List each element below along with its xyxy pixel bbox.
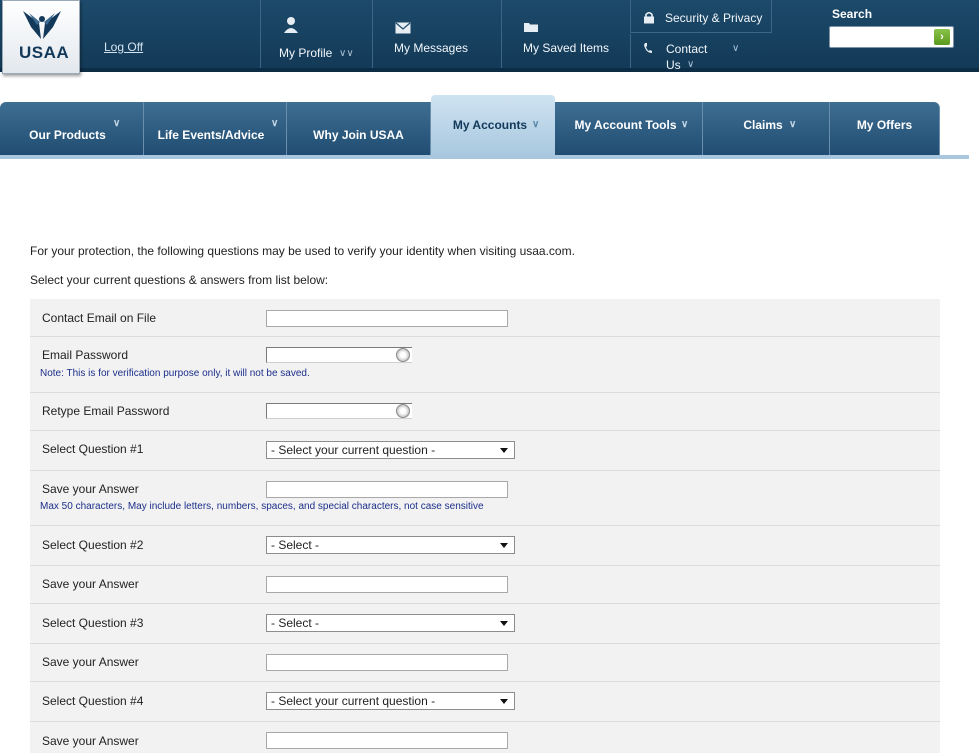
tab-our-products-label: Our Products	[29, 128, 106, 142]
answer-1-label: Save your Answer	[42, 482, 139, 496]
nav-contact-label-line1: Contact	[666, 42, 708, 56]
question-2-select[interactable]: - Select -	[266, 536, 515, 554]
question-1-label: Select Question #1	[42, 442, 144, 456]
nav-my-saved-items-label: My Saved Items	[523, 41, 610, 55]
chevron-down-icon: ∨	[532, 119, 540, 130]
chevron-down-icon: ∨∨	[339, 48, 354, 59]
question-1-selected: - Select your current question -	[271, 443, 436, 457]
contact-email-label: Contact Email on File	[42, 311, 157, 325]
eagle-icon	[23, 11, 61, 39]
question-1-select[interactable]: - Select your current question -	[266, 441, 515, 459]
nav-contact-us[interactable]: Contact Us ∨ ∨	[630, 34, 772, 72]
question-2-selected: - Select -	[271, 538, 320, 552]
chevron-down-icon: ∨	[687, 59, 695, 70]
row-answer-3: Save your Answer	[30, 644, 940, 682]
answer-4-field[interactable]	[266, 732, 508, 749]
tab-claims[interactable]: Claims ∨	[703, 102, 830, 157]
row-question-4: Select Question #4 - Select your current…	[30, 682, 940, 722]
nav-my-messages[interactable]: My Messages	[372, 0, 501, 68]
folder-icon	[524, 22, 539, 36]
answer-1-field[interactable]	[266, 481, 508, 498]
row-question-3: Select Question #3 - Select -	[30, 604, 940, 644]
question-3-selected: - Select -	[271, 616, 320, 630]
tab-our-products[interactable]: Our Products ∨	[0, 102, 144, 157]
main-tabs: Our Products ∨ Life Events/Advice ∨ Why …	[0, 95, 979, 157]
chevron-down-icon: ∨	[271, 118, 279, 129]
row-contact-email: Contact Email on File	[30, 299, 940, 337]
question-4-select[interactable]: - Select your current question -	[266, 692, 515, 710]
tab-why-join-label: Why Join USAA	[313, 128, 404, 142]
password-key-icon[interactable]	[396, 348, 410, 362]
tab-why-join[interactable]: Why Join USAA	[287, 102, 431, 157]
tab-my-accounts[interactable]: My Accounts ∨	[431, 95, 555, 157]
search-input[interactable]: ›	[829, 26, 954, 48]
search-label: Search	[832, 7, 873, 21]
dropdown-arrow-icon	[500, 543, 508, 548]
email-password-label: Email Password	[42, 348, 129, 362]
row-answer-4: Save your Answer	[30, 722, 940, 753]
usaa-logo[interactable]: USAA	[2, 0, 80, 74]
answer-4-label: Save your Answer	[42, 734, 139, 748]
nav-contact-label-line2: Us	[666, 58, 681, 72]
question-3-label: Select Question #3	[42, 616, 144, 630]
phone-icon	[643, 42, 653, 57]
nav-my-messages-label: My Messages	[394, 41, 469, 55]
search-go-button[interactable]: ›	[934, 29, 950, 45]
tab-my-account-tools-label: My Account Tools	[574, 118, 677, 132]
logoff-link[interactable]: Log Off	[104, 40, 143, 54]
dropdown-arrow-icon	[500, 621, 508, 626]
row-question-2: Select Question #2 - Select -	[30, 526, 940, 566]
email-password-field[interactable]	[266, 347, 412, 363]
nav-my-profile[interactable]: My Profile ∨∨	[260, 0, 372, 68]
intro-instructions: Select your current questions & answers …	[30, 273, 329, 287]
tab-claims-label: Claims	[743, 118, 783, 132]
row-question-1: Select Question #1 - Select your current…	[30, 431, 940, 471]
row-answer-2: Save your Answer	[30, 566, 940, 604]
tab-underline	[0, 155, 969, 159]
tab-life-events[interactable]: Life Events/Advice ∨	[144, 102, 287, 157]
top-header: USAA Log Off My Profile ∨∨ My Messages M…	[0, 0, 979, 74]
chevron-down-icon: ∨	[732, 43, 740, 54]
chevron-down-icon: ∨	[113, 118, 121, 129]
envelope-icon	[395, 22, 411, 37]
nav-security-privacy-label: Security & Privacy	[665, 11, 763, 25]
chevron-down-icon: ∨	[681, 119, 689, 130]
answer-2-field[interactable]	[266, 576, 508, 593]
question-3-select[interactable]: - Select -	[266, 614, 515, 632]
tab-life-events-label: Life Events/Advice	[157, 128, 265, 142]
tab-my-offers[interactable]: My Offers	[830, 102, 940, 157]
row-retype-password: Retype Email Password	[30, 393, 940, 431]
person-icon	[283, 16, 299, 37]
answer-3-field[interactable]	[266, 654, 508, 671]
answer-1-note: Max 50 characters, May include letters, …	[40, 501, 484, 512]
question-4-selected: - Select your current question -	[271, 694, 436, 708]
page: USAA Log Off My Profile ∨∨ My Messages M…	[0, 0, 979, 753]
row-email-password: Email Password Note: This is for verific…	[30, 337, 940, 393]
nav-my-saved-items[interactable]: My Saved Items	[501, 0, 630, 68]
lock-icon	[643, 11, 655, 27]
row-answer-1: Save your Answer Max 50 characters, May …	[30, 471, 940, 526]
nav-security-privacy[interactable]: Security & Privacy	[630, 0, 772, 33]
password-key-icon[interactable]	[396, 404, 410, 418]
answer-2-label: Save your Answer	[42, 577, 139, 591]
retype-password-label: Retype Email Password	[42, 404, 170, 418]
dropdown-arrow-icon	[500, 699, 508, 704]
contact-email-field[interactable]	[266, 310, 508, 327]
security-questions-form: Contact Email on File Email Password Not…	[30, 299, 940, 753]
question-4-label: Select Question #4	[42, 694, 144, 708]
intro-text: For your protection, the following quest…	[30, 244, 575, 258]
email-password-note: Note: This is for verification purpose o…	[40, 368, 310, 379]
answer-3-label: Save your Answer	[42, 655, 139, 669]
nav-my-profile-label: My Profile	[279, 46, 333, 60]
question-2-label: Select Question #2	[42, 538, 144, 552]
dropdown-arrow-icon	[500, 448, 508, 453]
tab-my-offers-label: My Offers	[856, 118, 913, 132]
chevron-down-icon: ∨	[789, 119, 797, 130]
retype-password-field[interactable]	[266, 403, 412, 419]
tab-my-account-tools[interactable]: My Account Tools ∨	[555, 102, 703, 157]
logo-text: USAA	[19, 43, 70, 62]
